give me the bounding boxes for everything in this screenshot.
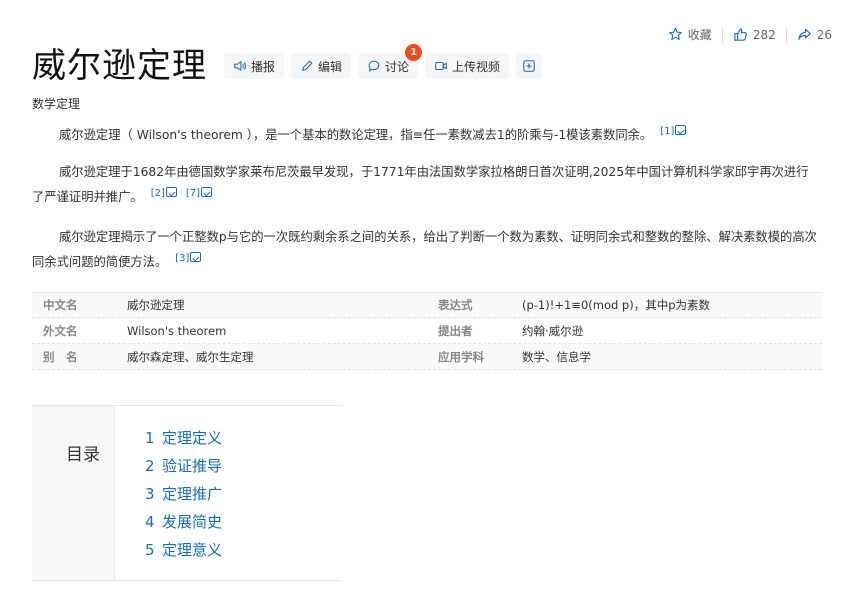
add-button[interactable] [516,53,543,79]
info-key: 别 名 [43,349,78,364]
info-value: (p-1)!+1≡0(mod p)，其中p为素数 [522,298,711,312]
toc-item-label: 定理意义 [162,541,223,559]
info-value: 数学、信息学 [522,349,591,364]
toc-list: 1 定理定义 2 验证推导 3 定理推广 4 发展简史 5 定理意义 [115,406,222,580]
info-row: 别 名 威尔森定理、威尔生定理 应用学科 数学、信息学 [32,344,822,370]
reference-number: [1] [660,126,675,137]
intro-paragraph: 威尔逊定理于1682年由德国数学家莱布尼茨最早发现，于1771年由法国数学家拉格… [32,162,820,208]
title-row: 威尔逊定理 播报 编辑 讨论 1 上传视频 [32,44,543,88]
reference-icon [190,252,202,262]
toc-item-label: 发展简史 [162,513,223,531]
reference-number: [2] [150,188,165,199]
reference-link[interactable]: [7] [185,187,213,199]
toc-item-number: 5 [145,541,155,559]
paragraph-text: 威尔逊定理揭示了一个正整数p与它的一次既约剩余系之间的关系，给出了判断一个数为素… [32,230,817,269]
toc-sidebar: 目录 [32,406,115,580]
plus-square-icon [523,60,535,72]
share-count: 26 [816,27,832,42]
reference-icon [675,125,687,135]
broadcast-label: 播报 [251,59,276,74]
reference-link[interactable]: [3] [175,252,202,264]
toc-label: 目录 [66,445,100,465]
toc-item-significance[interactable]: 5 定理意义 [145,536,222,564]
intro-paragraph: 威尔逊定理揭示了一个正整数p与它的一次既约剩余系之间的关系，给出了判断一个数为素… [32,227,820,273]
toc-item-definition[interactable]: 1 定理定义 [145,424,222,452]
toc-item-label: 验证推导 [162,457,223,475]
thumbs-up-icon [734,28,747,41]
reference-icon [165,187,177,197]
info-row: 外文名 Wilson's theorem 提出者 约翰·威尔逊 [32,318,822,344]
info-key: 外文名 [43,323,78,338]
info-key: 应用学科 [438,349,484,364]
upload-video-button[interactable]: 上传视频 [425,53,510,79]
toc-item-number: 3 [145,485,155,503]
favorite-button[interactable]: 收藏 [658,26,722,43]
toc-item-number: 2 [145,457,155,475]
intro-paragraph: 威尔逊定理（ Wilson's theorem ），是一个基本的数论定理，指≡任… [32,121,820,146]
paragraph-text: 威尔逊定理（ Wilson's theorem ），是一个基本的数论定理，指≡任… [59,128,653,142]
favorite-label: 收藏 [687,28,712,42]
video-camera-icon [435,61,447,71]
article-stats: 收藏 282 26 [658,26,842,43]
table-of-contents: 目录 1 定理定义 2 验证推导 3 定理推广 4 发展简史 5 定理意义 [32,405,342,581]
reference-link[interactable]: [2] [150,187,178,199]
toc-item-proof[interactable]: 2 验证推导 [145,452,222,480]
edit-label: 编辑 [318,59,343,74]
reference-number: [7] [185,188,201,199]
broadcast-button[interactable]: 播报 [224,53,285,79]
reference-number: [3] [175,253,190,264]
like-button[interactable]: 282 [723,27,786,42]
info-value: Wilson's theorem [127,323,227,338]
reference-link[interactable]: [1] [660,125,687,137]
discuss-button[interactable]: 讨论 1 [358,44,423,79]
chat-bubble-icon [368,60,380,72]
share-button[interactable]: 26 [787,27,842,42]
like-count: 282 [752,27,776,42]
info-key: 表达式 [438,298,473,312]
reference-icon [201,187,213,197]
page-title: 威尔逊定理 [32,46,207,86]
share-icon [798,28,811,40]
info-value: 威尔逊定理 [127,298,185,312]
toc-item-number: 1 [145,429,155,447]
toc-item-history[interactable]: 4 发展简史 [145,508,222,536]
star-icon [668,27,682,40]
pencil-icon [302,60,313,71]
info-key: 中文名 [43,298,78,312]
info-value: 约翰·威尔逊 [522,323,584,338]
info-value: 威尔森定理、威尔生定理 [127,349,254,364]
info-key: 提出者 [438,323,473,338]
toc-item-label: 定理定义 [162,429,223,447]
toc-item-label: 定理推广 [162,485,223,503]
edit-button[interactable]: 编辑 [291,53,352,79]
toc-item-generalization[interactable]: 3 定理推广 [145,480,222,508]
discuss-label: 讨论 [385,59,410,74]
toc-item-number: 4 [145,513,155,531]
paragraph-text: 威尔逊定理于1682年由德国数学家莱布尼茨最早发现，于1771年由法国数学家拉格… [32,165,809,204]
basic-info-table: 中文名 威尔逊定理 表达式 (p-1)!+1≡0(mod p)，其中p为素数 外… [32,292,822,370]
speaker-icon [234,61,246,71]
discuss-badge: 1 [405,44,423,61]
page-subtitle: 数学定理 [32,97,81,111]
upload-video-label: 上传视频 [452,59,501,74]
info-row: 中文名 威尔逊定理 表达式 (p-1)!+1≡0(mod p)，其中p为素数 [32,292,822,318]
